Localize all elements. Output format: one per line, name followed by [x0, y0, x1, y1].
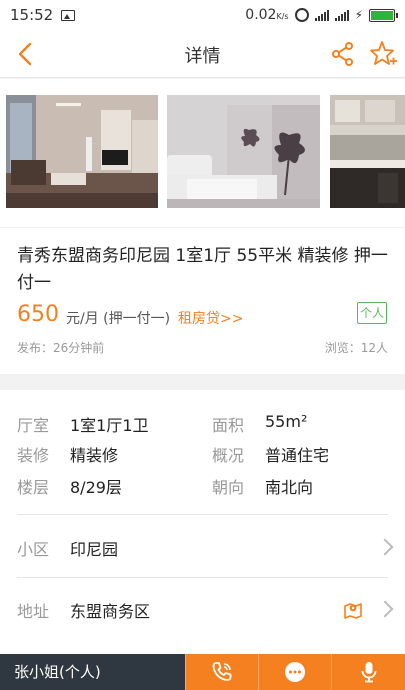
bottom-action-bar: 张小姐(个人) [0, 654, 405, 690]
floor-label: 楼层 [17, 478, 50, 497]
share-icon[interactable] [330, 41, 356, 67]
network-speed: 0.02K/s [245, 7, 289, 23]
area-value: 55m² [265, 412, 308, 431]
floor-value: 8/29层 [70, 478, 122, 497]
alarm-icon [294, 8, 309, 22]
message-button[interactable] [258, 654, 331, 690]
call-button[interactable] [185, 654, 258, 690]
property-type-value: 普通住宅 [265, 446, 330, 465]
posted-time: 发布：26分钟前 [17, 341, 105, 355]
facing-label: 朝向 [212, 478, 245, 497]
bedroom-photo[interactable] [167, 95, 320, 208]
decoration-value: 精装修 [70, 446, 119, 465]
photo-gallery[interactable] [0, 79, 405, 227]
address-label: 地址 [17, 602, 50, 621]
listing-summary: 青秀东盟商务印尼园 1室1厅 55平米 精装修 押一付一 650 元/月 (押一… [0, 228, 405, 374]
divider [17, 577, 388, 578]
owner-type-badge: 个人 [357, 302, 387, 324]
living-room-photo[interactable] [6, 95, 158, 208]
divider [17, 514, 388, 515]
signal-icon [314, 9, 329, 21]
chevron-right-icon [376, 538, 394, 556]
status-time: 15:52 [10, 6, 54, 24]
facing-value: 南北向 [265, 478, 314, 497]
image-notification-icon [61, 9, 76, 21]
layout-label: 厅室 [17, 416, 50, 435]
property-type-label: 概况 [212, 446, 245, 465]
listing-title: 青秀东盟商务印尼园 1室1厅 55平米 精装修 押一付一 [17, 246, 388, 293]
area-label: 面积 [212, 416, 245, 435]
decoration-label: 装修 [17, 446, 50, 465]
voice-button[interactable] [331, 654, 405, 690]
community-label: 小区 [17, 540, 50, 559]
listing-price: 650 [17, 302, 59, 327]
contact-name: 张小姐(个人) [0, 654, 185, 690]
chat-bubble-icon [285, 662, 305, 682]
charging-icon: ⚡ [354, 8, 363, 22]
price-unit: 元/月 (押一付一) [66, 311, 171, 327]
kitchen-image [330, 95, 405, 208]
bedroom-image [167, 95, 320, 208]
living-room-image [6, 95, 158, 208]
layout-value: 1室1厅1卫 [70, 416, 149, 435]
kitchen-photo[interactable] [330, 95, 405, 208]
address-value: 东盟商务区 [70, 602, 151, 621]
map-icon[interactable] [343, 599, 363, 619]
chevron-right-icon [376, 600, 394, 618]
microphone-icon [361, 662, 376, 683]
community-value: 印尼园 [70, 540, 119, 559]
listing-details: 厅室 1室1厅1卫 面积 55m² 装修 精装修 概况 普通住宅 楼层 8/29… [0, 390, 405, 655]
rent-loan-link[interactable]: 租房贷>> [178, 308, 243, 328]
nav-bar: 详情 [0, 30, 405, 78]
view-count: 浏览：12人 [324, 341, 388, 355]
status-bar: 15:52 0.02K/s ⚡ [0, 0, 405, 30]
signal-2-icon [334, 9, 349, 21]
favorite-star-icon[interactable] [368, 39, 398, 69]
phone-icon [212, 662, 232, 681]
battery-icon [369, 8, 398, 22]
network-speed-unit: K/s [276, 12, 289, 21]
